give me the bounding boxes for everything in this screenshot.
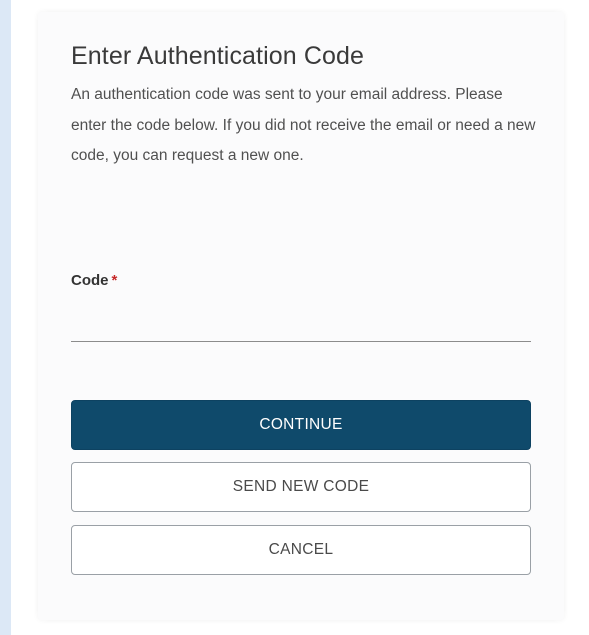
page: Enter Authentication Code An authenticat… (0, 0, 589, 635)
page-title: Enter Authentication Code (71, 42, 364, 70)
send-new-code-button[interactable]: SEND NEW CODE (71, 462, 531, 512)
cancel-button[interactable]: CANCEL (71, 525, 531, 575)
code-field-label: Code * (71, 272, 117, 289)
code-input[interactable] (71, 302, 531, 342)
continue-button[interactable]: CONTINUE (71, 400, 531, 450)
required-marker: * (111, 272, 118, 289)
instructions-text: An authentication code was sent to your … (71, 86, 536, 164)
left-background-strip (0, 0, 11, 635)
code-label-text: Code (71, 272, 109, 289)
